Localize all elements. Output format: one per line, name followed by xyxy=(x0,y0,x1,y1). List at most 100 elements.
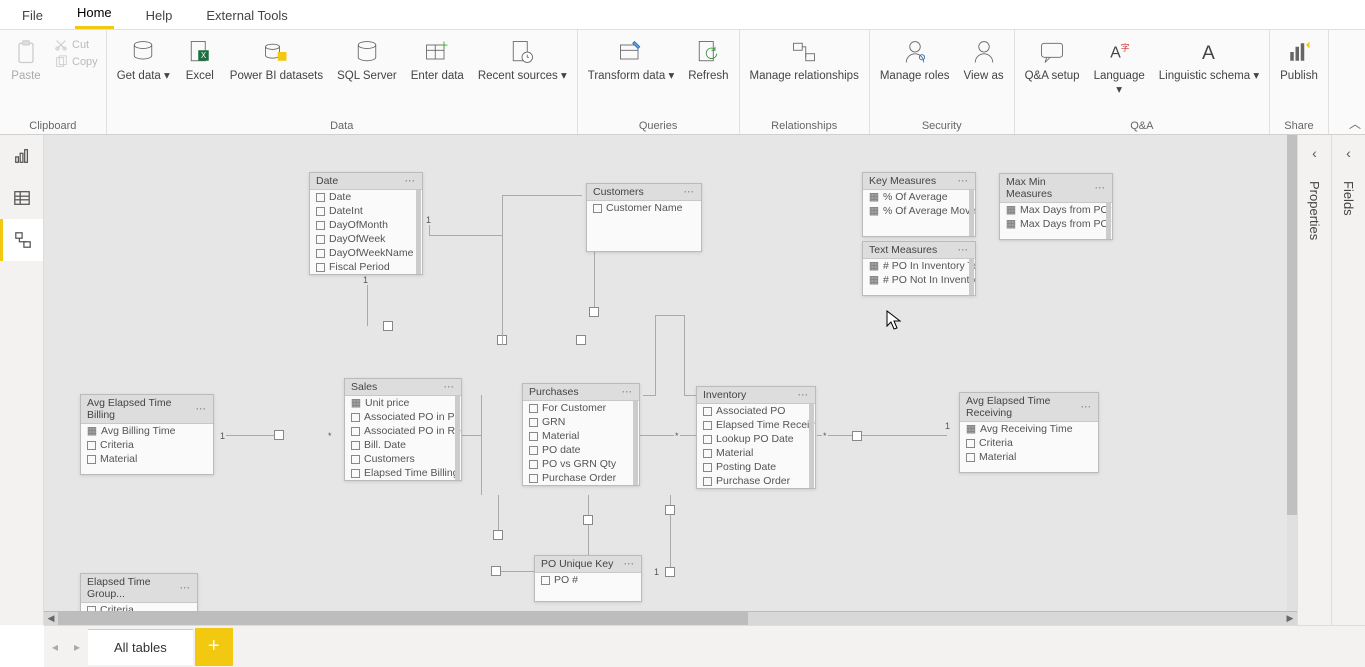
table-menu-icon[interactable]: ⋯ xyxy=(624,558,636,570)
qa-setup-button[interactable]: Q&A setup xyxy=(1019,34,1086,86)
manage-roles-icon xyxy=(899,36,931,68)
view-as-icon xyxy=(968,36,1000,68)
table-key-measures[interactable]: Key Measures⋯ ▦% Of Average ▦% Of Averag… xyxy=(862,172,976,237)
model-view-button[interactable] xyxy=(0,219,43,261)
ribbon-group-security: Manage roles View as Security xyxy=(870,30,1015,134)
properties-panel-collapsed[interactable]: ‹ Properties xyxy=(1297,135,1331,667)
table-customers[interactable]: Customers⋯ Customer Name xyxy=(586,183,702,252)
table-title: Text Measures xyxy=(869,244,937,256)
properties-label: Properties xyxy=(1307,181,1322,240)
view-as-button[interactable]: View as xyxy=(958,34,1010,86)
table-title: Key Measures xyxy=(869,175,936,187)
manage-roles-button[interactable]: Manage roles xyxy=(874,34,956,86)
table-menu-icon[interactable]: ⋯ xyxy=(798,389,810,401)
manage-relationships-button[interactable]: Manage relationships xyxy=(744,34,865,86)
table-menu-icon[interactable]: ⋯ xyxy=(196,403,208,415)
table-menu-icon[interactable]: ⋯ xyxy=(958,175,970,187)
table-menu-icon[interactable]: ⋯ xyxy=(180,582,192,594)
ribbon-label-share: Share xyxy=(1274,120,1324,134)
table-menu-icon[interactable]: ⋯ xyxy=(1095,182,1107,194)
bottom-tab-bar: ◂ ▸ All tables + xyxy=(44,625,1365,667)
cut-button[interactable]: Cut xyxy=(54,38,98,52)
paste-button[interactable]: Paste xyxy=(4,34,48,86)
ribbon-group-relationships: Manage relationships Relationships xyxy=(740,30,870,134)
table-title: Elapsed Time Group... xyxy=(87,576,180,600)
table-menu-icon[interactable]: ⋯ xyxy=(622,386,634,398)
table-max-min-measures[interactable]: Max Min Measures⋯ ▦Max Days from PO to .… xyxy=(999,173,1113,240)
excel-button[interactable]: X Excel xyxy=(178,34,222,86)
tab-external-tools[interactable]: External Tools xyxy=(204,2,289,29)
svg-text:A: A xyxy=(1110,44,1121,61)
qa-setup-icon xyxy=(1036,36,1068,68)
layout-tab-all-tables[interactable]: All tables xyxy=(88,629,193,665)
paste-icon xyxy=(10,36,42,68)
ribbon-label-queries: Queries xyxy=(582,120,735,134)
table-inventory[interactable]: Inventory⋯ Associated PO Elapsed Time Re… xyxy=(696,386,816,489)
tab-home[interactable]: Home xyxy=(75,0,114,29)
table-avg-elapsed-billing[interactable]: Avg Elapsed Time Billing⋯ ▦Avg Billing T… xyxy=(80,394,214,475)
get-data-button[interactable]: Get data ▾ xyxy=(111,34,176,86)
ribbon-group-data: Get data ▾ X Excel Power BI datasets SQL… xyxy=(107,30,578,134)
model-canvas[interactable]: 1 1 1 * * * 1 xyxy=(44,135,1297,625)
ribbon-label-relationships: Relationships xyxy=(744,120,865,134)
table-menu-icon[interactable]: ⋯ xyxy=(444,381,456,393)
svg-text:A: A xyxy=(1202,43,1215,64)
table-title: Inventory xyxy=(703,389,746,401)
recent-sources-button[interactable]: Recent sources ▾ xyxy=(472,34,573,86)
left-toolbar xyxy=(0,135,44,625)
publish-button[interactable]: Publish xyxy=(1274,34,1324,86)
ribbon-group-clipboard: Paste Cut Copy Clipboard xyxy=(0,30,107,134)
fields-panel-collapsed[interactable]: ‹ Fields xyxy=(1331,135,1365,667)
table-title: Avg Elapsed Time Receiving xyxy=(966,395,1081,419)
sql-server-button[interactable]: SQL Server xyxy=(331,34,403,86)
table-title: Avg Elapsed Time Billing xyxy=(87,397,196,421)
transform-data-icon xyxy=(615,36,647,68)
fields-label: Fields xyxy=(1341,181,1356,216)
tab-help[interactable]: Help xyxy=(144,2,175,29)
menu-tabs: File Home Help External Tools xyxy=(0,0,1365,30)
table-text-measures[interactable]: Text Measures⋯ ▦# PO In Inventory Text ▦… xyxy=(862,241,976,296)
table-menu-icon[interactable]: ⋯ xyxy=(1081,401,1093,413)
ribbon-group-share: Publish Share xyxy=(1270,30,1329,134)
refresh-icon xyxy=(692,36,724,68)
language-button[interactable]: A字 Language▾ xyxy=(1088,34,1151,100)
copy-button[interactable]: Copy xyxy=(54,55,98,69)
ribbon: Paste Cut Copy Clipboard Get data ▾ xyxy=(0,30,1365,135)
canvas-horizontal-scrollbar[interactable]: ◀ ▶ xyxy=(44,611,1297,625)
canvas-vertical-scrollbar[interactable] xyxy=(1287,135,1297,611)
data-view-button[interactable] xyxy=(0,177,43,219)
expand-fields-icon[interactable]: ‹ xyxy=(1346,145,1351,161)
publish-icon xyxy=(1283,36,1315,68)
table-menu-icon[interactable]: ⋯ xyxy=(405,175,417,187)
table-purchases[interactable]: Purchases⋯ For Customer GRN Material PO … xyxy=(522,383,640,486)
transform-data-button[interactable]: Transform data ▾ xyxy=(582,34,681,86)
expand-properties-icon[interactable]: ‹ xyxy=(1312,145,1317,161)
tab-file[interactable]: File xyxy=(20,2,45,29)
scroll-right-icon[interactable]: ▶ xyxy=(1283,613,1297,624)
scroll-left-icon[interactable]: ◀ xyxy=(44,613,58,624)
ribbon-group-queries: Transform data ▾ Refresh Queries xyxy=(578,30,740,134)
pbi-datasets-button[interactable]: Power BI datasets xyxy=(224,34,329,86)
refresh-button[interactable]: Refresh xyxy=(682,34,734,86)
recent-sources-icon xyxy=(506,36,538,68)
ribbon-group-qa: Q&A setup A字 Language▾ A Linguistic sche… xyxy=(1015,30,1271,134)
report-view-button[interactable] xyxy=(0,135,43,177)
table-po-unique-key[interactable]: PO Unique Key⋯ PO # xyxy=(534,555,642,602)
table-title: Date xyxy=(316,175,338,187)
table-date[interactable]: Date⋯ Date DateInt DayOfMonth DayOfWeek … xyxy=(309,172,423,275)
right-panels: ‹ Properties ‹ Fields xyxy=(1297,135,1365,667)
table-menu-icon[interactable]: ⋯ xyxy=(684,186,696,198)
tab-nav-next[interactable]: ▸ xyxy=(66,640,88,654)
ribbon-collapse-button[interactable]: ︿ xyxy=(1349,115,1361,132)
ribbon-label-data: Data xyxy=(111,120,573,134)
add-layout-tab-button[interactable]: + xyxy=(195,628,233,666)
table-sales[interactable]: Sales⋯ ▦Unit price Associated PO in Purc… xyxy=(344,378,462,481)
table-title: PO Unique Key xyxy=(541,558,613,570)
tab-nav-prev[interactable]: ◂ xyxy=(44,640,66,654)
excel-icon: X xyxy=(184,36,216,68)
enter-data-button[interactable]: Enter data xyxy=(405,34,470,86)
table-menu-icon[interactable]: ⋯ xyxy=(958,244,970,256)
table-title: Sales xyxy=(351,381,377,393)
linguistic-schema-button[interactable]: A Linguistic schema ▾ xyxy=(1153,34,1265,86)
table-avg-elapsed-receiving[interactable]: Avg Elapsed Time Receiving⋯ ▦Avg Receivi… xyxy=(959,392,1099,473)
